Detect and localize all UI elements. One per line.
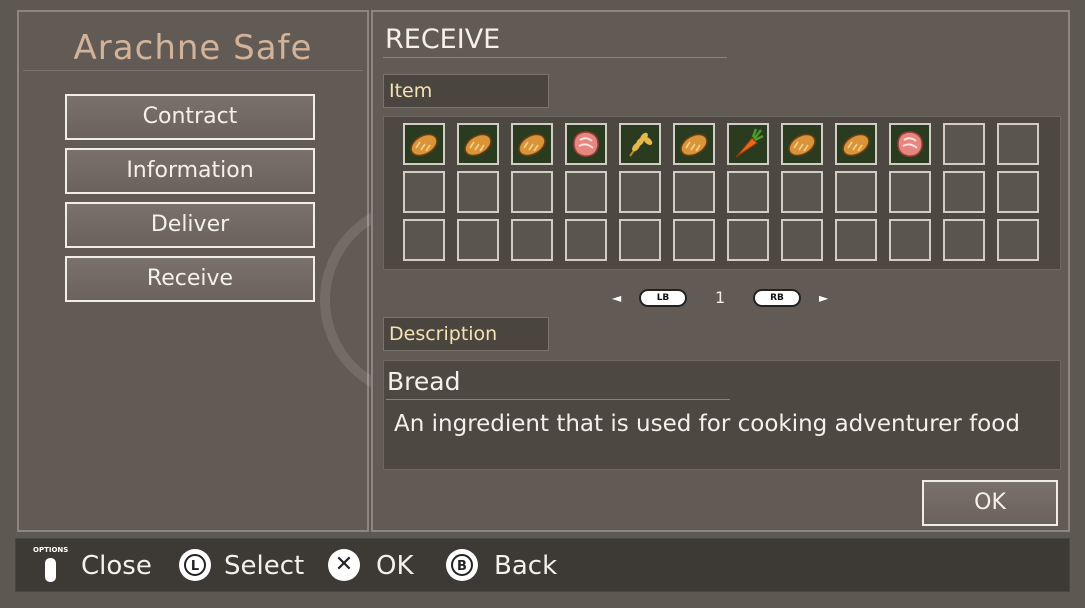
inventory-slot[interactable]	[835, 171, 877, 213]
page-number: 1	[715, 288, 726, 307]
inventory-slot[interactable]	[457, 219, 499, 261]
inventory-slot[interactable]	[727, 123, 769, 165]
left-panel: Arachne Safe Contract Information Delive…	[17, 10, 369, 532]
inventory-slot[interactable]	[673, 171, 715, 213]
ok-hint[interactable]: OK	[376, 551, 414, 581]
select-hint[interactable]: Select	[224, 551, 304, 581]
inventory-slot[interactable]	[403, 219, 445, 261]
inventory-slot[interactable]	[673, 123, 715, 165]
options-button-icon	[45, 558, 56, 582]
inventory-slot[interactable]	[997, 219, 1039, 261]
inventory-slot[interactable]	[727, 219, 769, 261]
inventory-slot[interactable]	[943, 123, 985, 165]
inventory-slot[interactable]	[781, 219, 823, 261]
cross-button-icon: ✕	[328, 549, 360, 581]
lb-button[interactable]: LB	[639, 289, 687, 307]
inventory-slot[interactable]	[943, 171, 985, 213]
inventory-slot[interactable]	[619, 219, 661, 261]
inventory-slot[interactable]	[781, 123, 823, 165]
l-stick-icon: L	[179, 549, 211, 581]
inventory-slot[interactable]	[457, 171, 499, 213]
inventory-slot[interactable]	[511, 171, 553, 213]
inventory-slot[interactable]	[565, 171, 607, 213]
options-label: OPTIONS	[33, 546, 69, 554]
inventory-slot[interactable]	[781, 171, 823, 213]
inventory-slot[interactable]	[889, 219, 931, 261]
description-section-label: Description	[383, 317, 549, 351]
ok-button[interactable]: OK	[922, 480, 1058, 526]
inventory-slot[interactable]	[835, 219, 877, 261]
inventory-slot[interactable]	[511, 123, 553, 165]
inventory-slot[interactable]	[457, 123, 499, 165]
item-name: Bread	[387, 367, 461, 396]
information-button[interactable]: Information	[65, 148, 315, 194]
controls-hint-bar: OPTIONS Close L Select ✕ OK B Back	[15, 538, 1070, 592]
inventory-slot[interactable]	[565, 123, 607, 165]
inventory-slot[interactable]	[727, 171, 769, 213]
inventory-slot[interactable]	[835, 123, 877, 165]
inventory-slot[interactable]	[997, 123, 1039, 165]
inventory-slot[interactable]	[889, 171, 931, 213]
receive-title-divider	[383, 57, 727, 58]
back-hint[interactable]: Back	[494, 551, 557, 581]
item-description: An ingredient that is used for cooking a…	[394, 411, 1020, 437]
right-panel: RECEIVE Item ◄ LB 1 RB ► Description Bre…	[371, 10, 1070, 532]
inventory-slot[interactable]	[403, 171, 445, 213]
description-box: Bread An ingredient that is used for coo…	[383, 360, 1061, 470]
next-page-arrow-icon[interactable]: ►	[819, 291, 828, 305]
inventory-slot[interactable]	[511, 219, 553, 261]
item-section-label: Item	[383, 74, 549, 108]
inventory-slot[interactable]	[403, 123, 445, 165]
inventory-slot[interactable]	[673, 219, 715, 261]
b-button-icon: B	[446, 549, 478, 581]
inventory-slot[interactable]	[997, 171, 1039, 213]
b-button-glyph: B	[451, 554, 473, 576]
item-name-divider	[386, 399, 730, 400]
item-grid	[383, 116, 1061, 270]
rb-button[interactable]: RB	[753, 289, 801, 307]
deliver-button[interactable]: Deliver	[65, 202, 315, 248]
receive-title: RECEIVE	[385, 24, 501, 55]
inventory-slot[interactable]	[619, 123, 661, 165]
inventory-slot[interactable]	[619, 171, 661, 213]
receive-button[interactable]: Receive	[65, 256, 315, 302]
safe-title: Arachne Safe	[73, 28, 313, 68]
prev-page-arrow-icon[interactable]: ◄	[612, 291, 621, 305]
contract-button[interactable]: Contract	[65, 94, 315, 140]
close-hint[interactable]: Close	[81, 551, 152, 581]
l-stick-glyph: L	[184, 554, 206, 576]
title-divider	[23, 70, 363, 71]
inventory-slot[interactable]	[889, 123, 931, 165]
inventory-slot[interactable]	[565, 219, 607, 261]
inventory-slot[interactable]	[943, 219, 985, 261]
